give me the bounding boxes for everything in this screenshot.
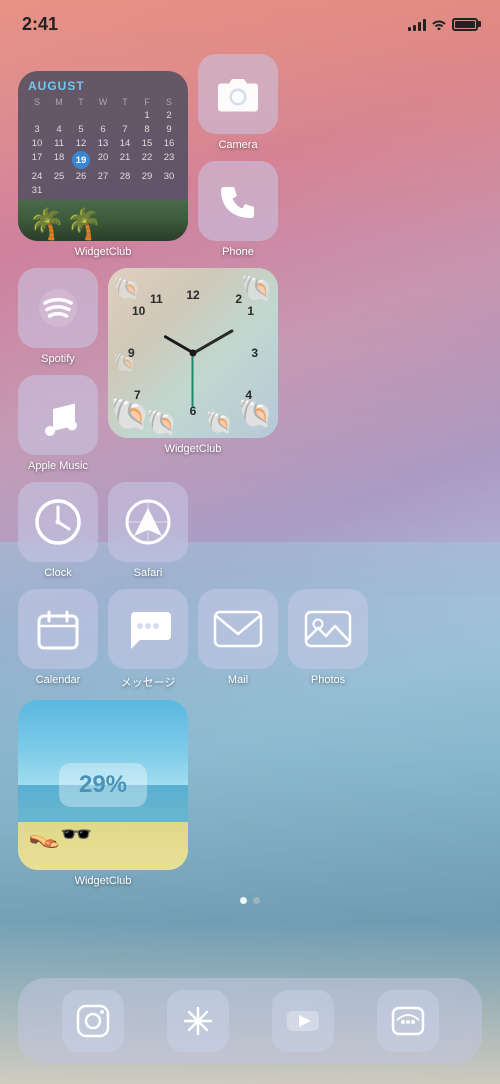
instagram-icon — [74, 1002, 112, 1040]
camera-label: Camera — [218, 139, 257, 151]
phone-label: Phone — [222, 246, 254, 258]
instagram-dock-icon[interactable] — [62, 990, 124, 1052]
camera-icon-bg — [198, 54, 278, 134]
dock — [18, 978, 482, 1064]
calendar-label: Calendar — [36, 674, 81, 686]
num-9: 9 — [128, 346, 135, 360]
camera-icon — [216, 74, 260, 114]
section-top: AUGUST SMTWTFS 12 3456789 10111213141516… — [18, 54, 482, 258]
section-4: Calendar メッセージ — [18, 589, 482, 690]
widget-clock[interactable]: 🐚 🐚 🐚 🐚 🐚 🐚 🐚 12 1 3 4 — [108, 268, 278, 438]
beach-percent-value: 29% — [79, 771, 127, 798]
music-note-icon — [38, 393, 78, 437]
mail-app-icon — [213, 610, 263, 648]
clock-app-icon-bg — [18, 482, 98, 562]
num-3: 3 — [251, 346, 258, 360]
wifi-icon — [431, 18, 447, 30]
camera-app[interactable]: Camera — [198, 54, 278, 151]
beach-widget-label: WidgetClub — [75, 875, 132, 887]
clock-app-label: Clock — [44, 567, 72, 579]
status-icons — [408, 17, 478, 31]
clock-app-icon — [32, 496, 84, 548]
photos-app[interactable]: Photos — [288, 589, 368, 686]
section-5: 👡🕶️ 29% WidgetClub — [18, 700, 482, 887]
calendar-app[interactable]: Calendar — [18, 589, 98, 686]
clock-widget-wrapper: 🐚 🐚 🐚 🐚 🐚 🐚 🐚 12 1 3 4 — [108, 268, 278, 455]
widget-beach[interactable]: 👡🕶️ 29% — [18, 700, 188, 870]
cal-widget-wrapper: AUGUST SMTWTFS 12 3456789 10111213141516… — [18, 71, 188, 258]
safari-compass-icon — [122, 496, 174, 548]
page-dot-2 — [253, 897, 260, 904]
safari-label: Safari — [134, 567, 163, 579]
section-2: Spotify Apple Music — [18, 268, 482, 472]
apple-music-icon-bg — [18, 375, 98, 455]
home-grid: AUGUST SMTWTFS 12 3456789 10111213141516… — [0, 44, 500, 887]
photos-label: Photos — [311, 674, 345, 686]
spotify-label: Spotify — [41, 353, 75, 365]
analog-clock-face: 12 1 3 4 6 7 9 10 11 2 — [108, 268, 278, 438]
battery-icon — [452, 18, 478, 31]
clock-face-container: 12 1 3 4 6 7 9 10 11 2 — [128, 288, 258, 418]
spotify-icon-bg — [18, 268, 98, 348]
appstore-icon — [179, 1002, 217, 1040]
page-dot-1 — [240, 897, 247, 904]
mail-label: Mail — [228, 674, 248, 686]
apple-music-label: Apple Music — [28, 460, 88, 472]
num-2: 2 — [235, 292, 242, 306]
num-1: 1 — [247, 304, 254, 318]
num-11: 11 — [150, 292, 163, 306]
music-apps-group: Spotify Apple Music — [18, 268, 98, 472]
safari-app[interactable]: Safari — [108, 482, 188, 579]
mail-app-icon-bg — [198, 589, 278, 669]
appstore-dock-icon[interactable] — [167, 990, 229, 1052]
status-bar: 2:41 — [0, 0, 500, 44]
calendar-app-icon-bg — [18, 589, 98, 669]
messages-label: メッセージ — [121, 674, 176, 690]
num-12: 12 — [186, 288, 199, 302]
mail-app[interactable]: Mail — [198, 589, 278, 686]
calendar-app-icon — [35, 606, 81, 652]
center-dot — [190, 350, 197, 357]
num-10: 10 — [132, 304, 145, 318]
spotify-icon — [35, 285, 81, 331]
spotify-app[interactable]: Spotify — [18, 268, 98, 365]
widget-calendar-label: WidgetClub — [75, 246, 132, 258]
num-4: 4 — [245, 388, 252, 402]
safari-icon-bg — [108, 482, 188, 562]
beach-percent-box: 29% — [59, 763, 147, 807]
status-time: 2:41 — [22, 14, 58, 35]
cal-palm-image — [18, 200, 188, 241]
num-7: 7 — [134, 388, 141, 402]
photos-app-icon-bg — [288, 589, 368, 669]
widget-club-calendar[interactable]: AUGUST SMTWTFS 12 3456789 10111213141516… — [18, 71, 188, 241]
photos-app-icon — [304, 608, 352, 650]
line-dock-icon[interactable] — [377, 990, 439, 1052]
youtube-icon — [284, 1002, 322, 1040]
messages-app[interactable]: メッセージ — [108, 589, 188, 690]
cal-grid: SMTWTFS 12 3456789 10111213141516 171819… — [18, 97, 188, 197]
messages-app-icon-bg — [108, 589, 188, 669]
minute-hand — [192, 329, 233, 354]
line-icon — [389, 1002, 427, 1040]
beach-widget-wrapper: 👡🕶️ 29% WidgetClub — [18, 700, 188, 887]
clock-app[interactable]: Clock — [18, 482, 98, 579]
widget-clock-label: WidgetClub — [165, 443, 222, 455]
phone-icon — [218, 181, 258, 221]
phone-app[interactable]: Phone — [198, 161, 278, 258]
second-hand — [192, 353, 194, 407]
page-indicator — [0, 897, 500, 904]
section-3: Clock Safari — [18, 482, 482, 579]
messages-app-icon — [124, 606, 172, 652]
beach-items: 👡🕶️ — [28, 819, 93, 850]
cal-days-header: SMTWTFS — [26, 97, 180, 107]
signal-icon — [408, 17, 426, 31]
cal-days: 12 3456789 10111213141516 17181920212223… — [26, 109, 180, 197]
cal-month: AUGUST — [18, 71, 188, 97]
youtube-dock-icon[interactable] — [272, 990, 334, 1052]
apple-music-app[interactable]: Apple Music — [18, 375, 98, 472]
phone-icon-bg — [198, 161, 278, 241]
camera-phone-group: Camera Phone — [198, 54, 278, 258]
